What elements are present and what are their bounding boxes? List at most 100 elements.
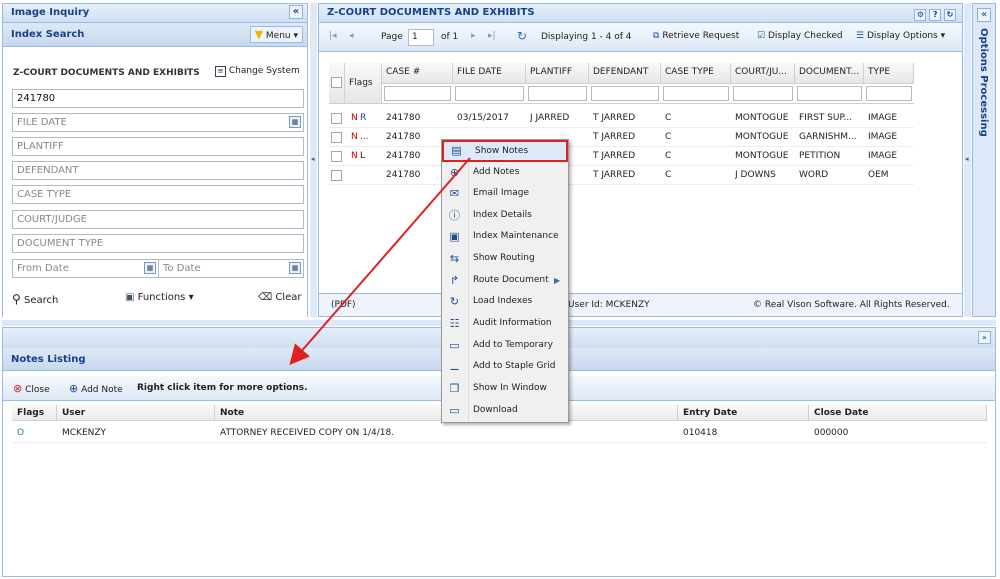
calendar-icon[interactable]: ▦	[144, 262, 156, 274]
next-page-icon[interactable]: ▸	[471, 31, 476, 41]
row-checkbox[interactable]	[331, 151, 342, 162]
menu-item-show-in-window[interactable]: ❐ Show In Window	[442, 378, 568, 399]
displaying-label: Displaying 1 - 4 of 4	[541, 32, 632, 42]
filter-document-input[interactable]	[797, 86, 862, 101]
file-date-placeholder: FILE DATE	[17, 117, 67, 128]
col-flags[interactable]: Flags	[345, 63, 382, 104]
search-button[interactable]: ⚲ Search	[12, 292, 58, 306]
filter-plantiff-input[interactable]	[528, 86, 587, 101]
filter-court-input[interactable]	[733, 86, 793, 101]
note-entry-date: 010418	[683, 428, 718, 438]
refresh-grid-icon[interactable]: ↻	[517, 29, 527, 43]
case-type-field[interactable]: CASE TYPE	[12, 185, 304, 204]
document-type-field[interactable]: DOCUMENT TYPE	[12, 234, 304, 253]
calendar-icon[interactable]: ▦	[289, 116, 301, 128]
col-court-judge[interactable]: COURT/JU...	[731, 63, 795, 84]
plantiff-field[interactable]: PLANTIFF	[12, 137, 304, 156]
row-checkbox[interactable]	[331, 132, 342, 143]
col-case[interactable]: CASE #	[382, 63, 453, 84]
prev-page-icon[interactable]: ◂	[349, 31, 354, 41]
refresh-icon[interactable]: ↻	[944, 9, 956, 21]
flag-second: ...	[360, 132, 369, 142]
court-judge-field[interactable]: COURT/JUDGE	[12, 210, 304, 229]
menu-item-download[interactable]: ▭ Download	[442, 400, 568, 421]
menu-item-index-maintenance[interactable]: ▣ Index Maintenance	[442, 226, 568, 247]
change-system-button[interactable]: ≡ Change System	[215, 66, 300, 77]
notes-col-user[interactable]: User	[57, 405, 215, 421]
routing-icon: ⇆	[449, 252, 460, 265]
display-checked-button[interactable]: ☑ Display Checked	[757, 31, 843, 41]
gear-icon[interactable]: ⚙	[914, 9, 927, 21]
calendar-icon[interactable]: ▦	[289, 262, 301, 274]
last-page-icon[interactable]: ▸|	[488, 31, 496, 41]
filter-type-input[interactable]	[866, 86, 912, 101]
first-page-icon[interactable]: |◂	[329, 31, 337, 41]
menu-item-route-document[interactable]: ↱ Route Document ▶	[442, 270, 568, 291]
menu-item-show-notes[interactable]: ▤ Show Notes	[442, 140, 568, 162]
row-checkbox[interactable]	[331, 113, 342, 124]
defendant-cell: T JARRED	[593, 132, 636, 142]
menu-item-load-indexes[interactable]: ↻ Load Indexes	[442, 291, 568, 312]
menu-item-email-image[interactable]: ✉ Email Image	[442, 183, 568, 204]
retrieve-request-button[interactable]: ⧉ Retrieve Request	[653, 31, 739, 41]
flag-second: R	[360, 113, 367, 123]
menu-item-audit-information[interactable]: ☷ Audit Information	[442, 313, 568, 334]
status-bar: (PDF) User Id: MCKENZY © Real Vison Soft…	[319, 293, 962, 316]
functions-button[interactable]: ▣ Functions ▾	[125, 292, 194, 303]
defendant-cell: T JARRED	[593, 151, 636, 161]
from-date-field[interactable]: From Date ▦	[12, 259, 159, 278]
table-row[interactable]: N L 241780 T JARRED C MONTOGUE PETITION …	[329, 147, 914, 166]
col-file-date[interactable]: FILE DATE	[453, 63, 526, 84]
col-plantiff[interactable]: PLANTIFF	[526, 63, 589, 84]
col-case-type[interactable]: CASE TYPE	[661, 63, 731, 84]
close-label: Close	[25, 385, 50, 395]
notes-col-close-date[interactable]: Close Date	[809, 405, 987, 421]
file-date-field[interactable]: FILE DATE ▦	[12, 113, 304, 132]
document-cell: WORD	[799, 170, 829, 180]
submenu-arrow-icon: ▶	[554, 276, 561, 285]
filter-date-input[interactable]	[455, 86, 524, 101]
add-note-button[interactable]: ⊕ Add Note	[69, 376, 123, 403]
vertical-splitter[interactable]: ◂	[310, 3, 317, 317]
col-document[interactable]: DOCUMENT...	[795, 63, 864, 84]
table-row[interactable]: N R 241780 03/15/2017 J JARRED T JARRED …	[329, 109, 914, 128]
email-icon: ✉	[449, 187, 460, 200]
page-input[interactable]: 1	[408, 29, 434, 46]
collapse-icon[interactable]: «	[289, 5, 303, 19]
notes-col-flags[interactable]: Flags	[12, 405, 57, 421]
expand-icon[interactable]: «	[977, 8, 991, 22]
close-button[interactable]: ⊗ Close	[13, 376, 50, 403]
row-checkbox[interactable]	[331, 170, 342, 181]
help-icon[interactable]: ?	[929, 9, 942, 21]
col-defendant[interactable]: DEFENDANT	[589, 63, 661, 84]
case-cell: 241780	[386, 132, 421, 142]
notes-row[interactable]: O MCKENZY ATTORNEY RECEIVED COPY ON 1/4/…	[12, 425, 987, 443]
defendant-field[interactable]: DEFENDANT	[12, 161, 304, 180]
filter-case-type-input[interactable]	[663, 86, 729, 101]
select-all-checkbox[interactable]	[331, 77, 342, 88]
menu-button[interactable]: ▼ Menu ▾	[249, 26, 303, 43]
menu-item-add-to-temporary[interactable]: ▭ Add to Temporary	[442, 335, 568, 356]
to-date-field[interactable]: To Date ▦	[158, 259, 304, 278]
table-row[interactable]: 241780 T JARRED C J DOWNS WORD OEM	[329, 166, 914, 185]
collapse-down-icon[interactable]: »	[978, 331, 991, 344]
close-icon: ⊗	[13, 382, 23, 395]
filter-case-input[interactable]	[384, 86, 451, 101]
grid-body: N R 241780 03/15/2017 J JARRED T JARRED …	[329, 109, 914, 189]
menu-item-show-routing[interactable]: ⇆ Show Routing	[442, 248, 568, 269]
notes-col-entry-date[interactable]: Entry Date	[678, 405, 809, 421]
grid-toolbar: |◂ ◂ Page 1 of 1 ▸ ▸| ↻ Displaying 1 - 4…	[319, 23, 962, 52]
menu-item-index-details[interactable]: ⓘ Index Details	[442, 205, 568, 226]
menu-item-add-to-staple-grid[interactable]: ⚊ Add to Staple Grid	[442, 356, 568, 377]
table-row[interactable]: N ... 241780 T JARRED C MONTOGUE GARNISH…	[329, 128, 914, 147]
options-processing-panel: « Options Processing	[972, 3, 996, 317]
plantiff-cell: J JARRED	[530, 113, 570, 123]
menu-item-add-notes[interactable]: ⊕ Add Notes	[442, 162, 568, 183]
col-type[interactable]: TYPE	[864, 63, 914, 84]
right-splitter[interactable]: ◂	[964, 3, 971, 317]
options-processing-title[interactable]: Options Processing	[978, 28, 989, 137]
filter-defendant-input[interactable]	[591, 86, 659, 101]
display-options-button[interactable]: ☰ Display Options ▾	[856, 31, 945, 41]
clear-button[interactable]: ⌫ Clear	[258, 292, 301, 303]
case-number-field[interactable]: 241780	[12, 89, 304, 108]
